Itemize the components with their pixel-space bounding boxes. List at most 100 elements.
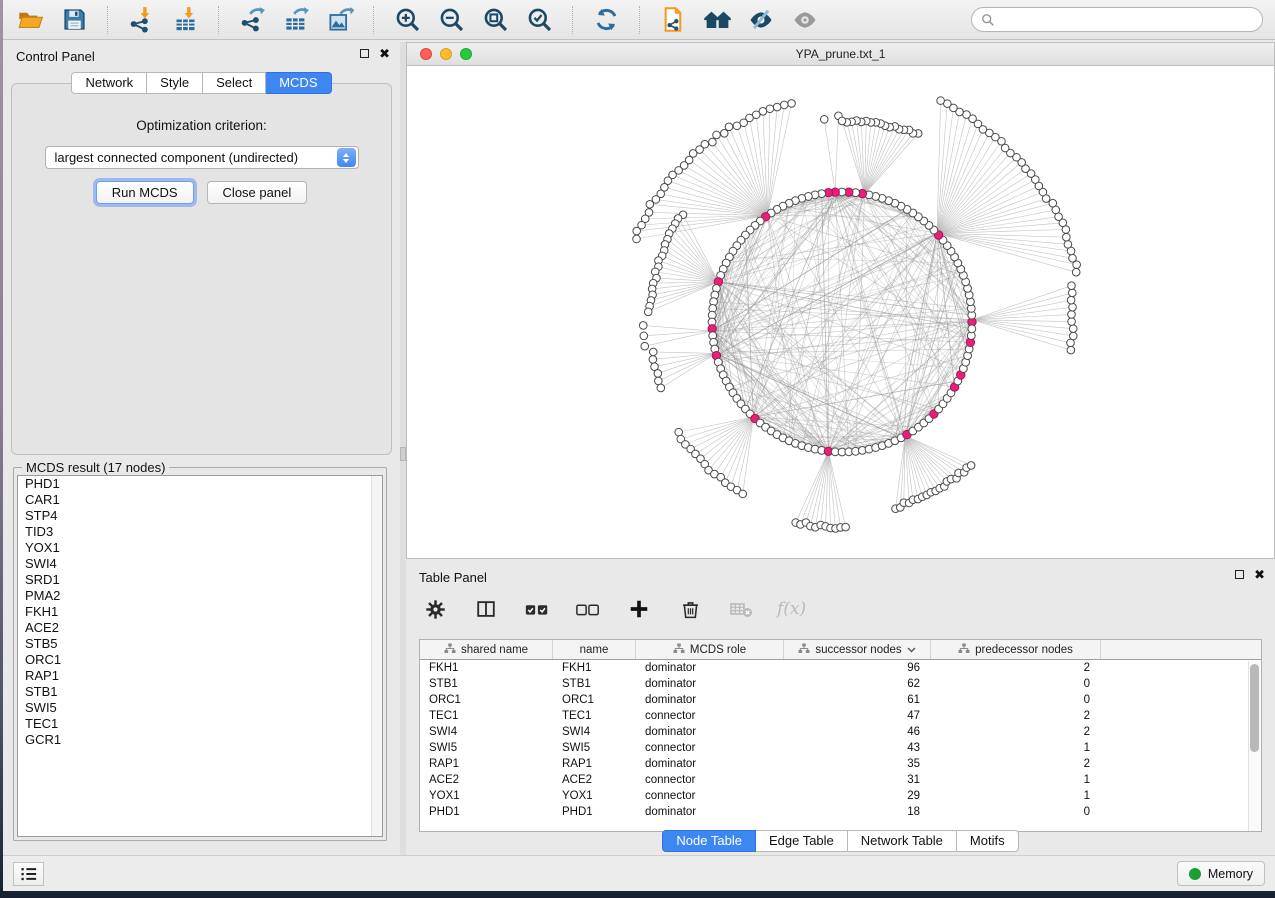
cell-MCDS-role[interactable]: connector: [636, 710, 784, 722]
search-input[interactable]: [1001, 13, 1253, 27]
cell-name[interactable]: YOX1: [553, 790, 636, 802]
leaf-node[interactable]: [639, 322, 647, 330]
cell-shared-name[interactable]: ACE2: [420, 774, 553, 786]
leaf-node[interactable]: [649, 356, 657, 364]
mcds-result-item[interactable]: TEC1: [18, 716, 382, 732]
mcds-result-item[interactable]: SWI5: [18, 700, 382, 716]
leaf-node[interactable]: [788, 100, 796, 108]
leaf-node[interactable]: [1068, 311, 1076, 319]
column-header-shared-name[interactable]: shared name: [420, 640, 553, 659]
leaf-node[interactable]: [1067, 296, 1075, 304]
cell-MCDS-role[interactable]: connector: [636, 742, 784, 754]
mcds-result-item[interactable]: RAP1: [18, 668, 382, 684]
leaf-node[interactable]: [641, 342, 649, 350]
table-row-YOX1[interactable]: YOX1YOX1connector291: [420, 788, 1261, 804]
home-networks-icon[interactable]: [702, 5, 732, 35]
cell-shared-name[interactable]: ORC1: [420, 694, 553, 706]
table-row-SWI4[interactable]: SWI4SWI4dominator462: [420, 724, 1261, 740]
zoom-selected-icon[interactable]: [524, 5, 554, 35]
import-table-icon[interactable]: [170, 5, 200, 35]
mcds-result-item[interactable]: ORC1: [18, 652, 382, 668]
criterion-dropdown[interactable]: largest connected component (undirected): [45, 146, 359, 169]
cell-shared-name[interactable]: FKH1: [420, 662, 553, 674]
leaf-node[interactable]: [1049, 199, 1057, 207]
export-table-icon[interactable]: [281, 5, 311, 35]
delete-column-icon[interactable]: [675, 594, 705, 624]
leaf-node[interactable]: [640, 332, 648, 340]
cell-successor-nodes[interactable]: 61: [784, 694, 931, 706]
leaf-node[interactable]: [649, 348, 657, 356]
close-panel-icon[interactable]: ✖: [1254, 569, 1265, 580]
cell-successor-nodes[interactable]: 18: [784, 806, 931, 818]
show-columns-icon[interactable]: [471, 594, 501, 624]
table-row-STB1[interactable]: STB1STB1dominator620: [420, 676, 1261, 692]
leaf-node[interactable]: [654, 370, 662, 378]
mcds-result-item[interactable]: SRD1: [18, 572, 382, 588]
leaf-node[interactable]: [820, 116, 828, 124]
add-column-icon[interactable]: [624, 594, 654, 624]
task-history-button[interactable]: [13, 862, 44, 886]
table-tab-network-table[interactable]: Network Table: [848, 830, 957, 852]
table-tab-motifs[interactable]: Motifs: [957, 830, 1019, 852]
cell-shared-name[interactable]: SWI4: [420, 726, 553, 738]
leaf-node[interactable]: [967, 462, 975, 470]
cell-successor-nodes[interactable]: 96: [784, 662, 931, 674]
leaf-node[interactable]: [1064, 241, 1072, 249]
table-row-TEC1[interactable]: TEC1TEC1connector472: [420, 708, 1261, 724]
cell-name[interactable]: RAP1: [553, 758, 636, 770]
mcds-result-item[interactable]: STB1: [18, 684, 382, 700]
cell-successor-nodes[interactable]: 29: [784, 790, 931, 802]
leaf-node[interactable]: [1069, 325, 1077, 333]
cell-predecessor-nodes[interactable]: 0: [931, 694, 1101, 706]
cell-MCDS-role[interactable]: dominator: [636, 726, 784, 738]
leaf-node[interactable]: [963, 111, 971, 119]
cell-successor-nodes[interactable]: 62: [784, 678, 931, 690]
cell-name[interactable]: FKH1: [553, 662, 636, 674]
mcds-result-item[interactable]: STP4: [18, 508, 382, 524]
tab-network[interactable]: Network: [71, 72, 147, 94]
leaf-node[interactable]: [766, 105, 774, 113]
cell-predecessor-nodes[interactable]: 0: [931, 678, 1101, 690]
deselect-all-checkboxes-icon[interactable]: [573, 594, 603, 624]
cell-name[interactable]: PHD1: [553, 806, 636, 818]
leaf-node[interactable]: [780, 101, 788, 109]
zoom-out-icon[interactable]: [436, 5, 466, 35]
cell-successor-nodes[interactable]: 46: [784, 726, 931, 738]
mcds-result-item[interactable]: PHD1: [18, 476, 382, 492]
leaf-node[interactable]: [725, 123, 733, 131]
run-mcds-button[interactable]: Run MCDS: [96, 181, 194, 204]
leaf-node[interactable]: [646, 201, 654, 209]
mcds-result-item[interactable]: CAR1: [18, 492, 382, 508]
leaf-node[interactable]: [733, 122, 741, 130]
mcds-result-item[interactable]: YOX1: [18, 540, 382, 556]
cell-MCDS-role[interactable]: connector: [636, 790, 784, 802]
hide-selected-icon[interactable]: [746, 5, 776, 35]
select-all-checkboxes-icon[interactable]: [522, 594, 552, 624]
cell-shared-name[interactable]: RAP1: [420, 758, 553, 770]
cell-name[interactable]: SWI5: [553, 742, 636, 754]
cell-predecessor-nodes[interactable]: 2: [931, 662, 1101, 674]
mcds-result-item[interactable]: ACE2: [18, 620, 382, 636]
cell-MCDS-role[interactable]: connector: [636, 774, 784, 786]
close-panel-icon[interactable]: ✖: [379, 48, 390, 59]
network-canvas[interactable]: [407, 66, 1274, 558]
cell-MCDS-role[interactable]: dominator: [636, 662, 784, 674]
import-network-icon[interactable]: [126, 5, 156, 35]
column-header-predecessor-nodes[interactable]: predecessor nodes: [931, 640, 1101, 659]
ring-node[interactable]: [968, 325, 976, 333]
cell-shared-name[interactable]: STB1: [420, 678, 553, 690]
cell-MCDS-role[interactable]: dominator: [636, 806, 784, 818]
table-row-ACE2[interactable]: ACE2ACE2connector311: [420, 772, 1261, 788]
cell-predecessor-nodes[interactable]: 1: [931, 742, 1101, 754]
leaf-node[interactable]: [675, 428, 683, 436]
cell-predecessor-nodes[interactable]: 2: [931, 758, 1101, 770]
scrollbar-thumb[interactable]: [1250, 664, 1259, 752]
cell-predecessor-nodes[interactable]: 2: [931, 726, 1101, 738]
tab-select[interactable]: Select: [203, 72, 266, 94]
mcds-result-item[interactable]: TID3: [18, 524, 382, 540]
save-icon[interactable]: [59, 5, 89, 35]
close-window-icon[interactable]: [420, 48, 432, 60]
cell-shared-name[interactable]: YOX1: [420, 790, 553, 802]
leaf-node[interactable]: [937, 97, 945, 105]
refresh-icon[interactable]: [591, 5, 621, 35]
